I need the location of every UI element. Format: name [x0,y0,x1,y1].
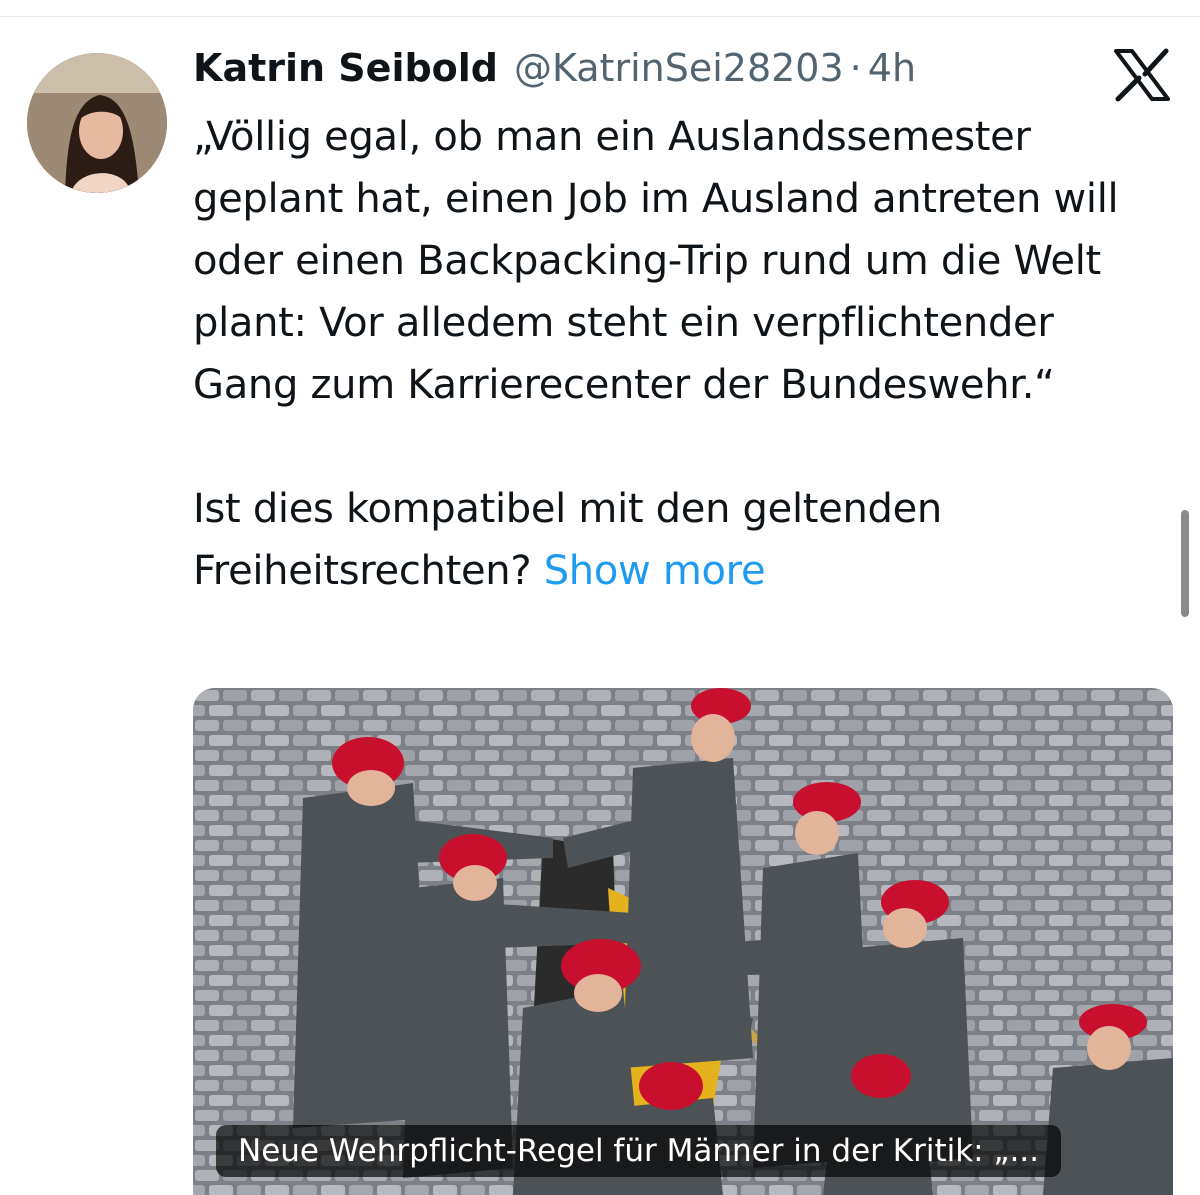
tweet-text-quote: „Völlig egal, ob man ein Auslandssemeste… [193,114,1131,408]
tweet-text-question: Ist dies kompatibel mit den geltenden Fr… [193,478,1168,602]
avatar-photo [27,53,167,193]
author-handle[interactable]: @KatrinSei28203 [514,46,844,90]
show-more-link[interactable]: Show more [544,548,766,594]
media-caption: Neue Wehrpflicht-Regel für Männer in der… [216,1125,1062,1177]
top-divider [0,16,1200,17]
author-avatar[interactable] [27,53,167,193]
tweet-header: Katrin Seibold @KatrinSei28203 · 4h [193,46,916,106]
scrollbar-thumb[interactable] [1181,510,1189,617]
tweet-body: „Völlig egal, ob man ein Auslandssemeste… [193,106,1168,602]
x-logo-icon[interactable] [1112,45,1172,105]
separator-dot: · [849,46,862,90]
media-card[interactable]: Neue Wehrpflicht-Regel für Männer in der… [193,688,1173,1195]
news-photo [193,688,1173,1195]
tweet-timestamp[interactable]: 4h [868,46,916,90]
author-name[interactable]: Katrin Seibold [193,46,498,90]
